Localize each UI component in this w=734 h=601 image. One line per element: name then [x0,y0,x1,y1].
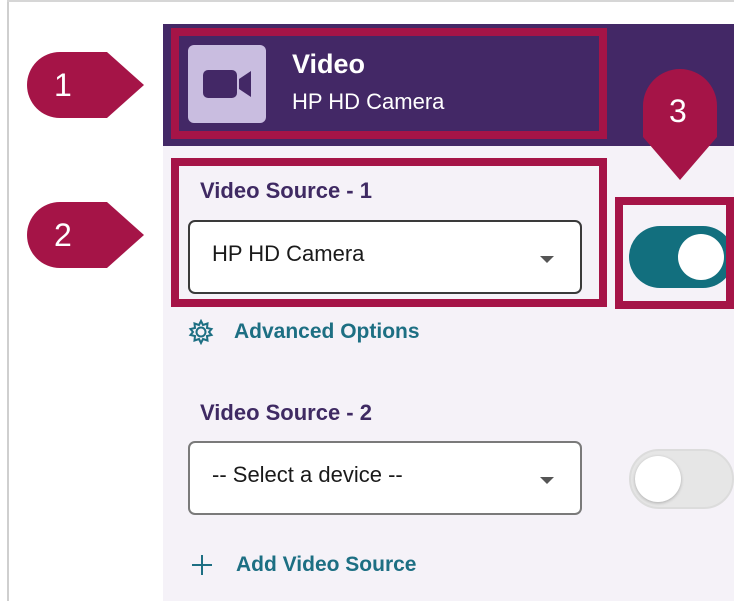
video-source-2-label: Video Source - 2 [200,400,372,425]
callout-box-1 [171,28,607,139]
callout-badge-1: 1 [27,52,145,118]
callout-number-3: 3 [669,93,687,129]
callout-number-1: 1 [54,67,72,103]
plus-icon [190,553,214,577]
add-video-source-link[interactable]: Add Video Source [236,553,416,577]
callout-badge-2: 2 [27,202,145,268]
gear-icon [188,318,214,346]
frame-border-left [7,0,9,601]
callout-box-3 [615,197,734,309]
advanced-options-link[interactable]: Advanced Options [234,320,420,344]
video-source-2-value: -- Select a device -- [212,462,403,487]
toggle-knob [635,456,681,502]
callout-badge-3: 3 [641,69,719,181]
video-source-2-toggle[interactable] [629,449,734,509]
callout-number-2: 2 [54,217,72,253]
chevron-down-icon [540,477,554,484]
video-source-2-select[interactable]: -- Select a device -- [188,441,582,515]
frame-border-top [7,0,734,2]
callout-box-2 [171,158,607,307]
